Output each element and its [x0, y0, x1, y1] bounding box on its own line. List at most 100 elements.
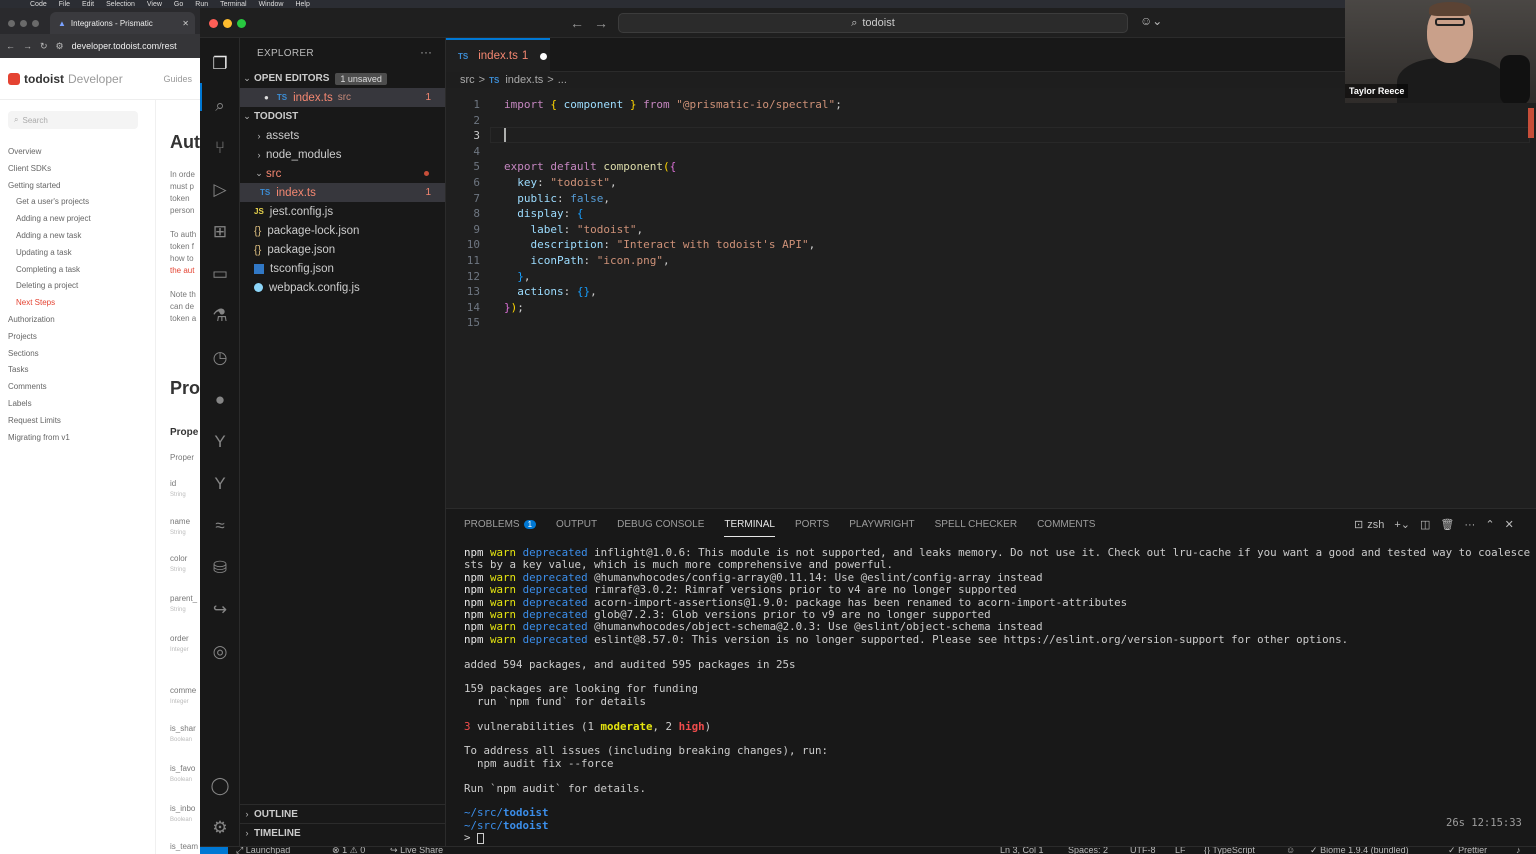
prismatic-icon[interactable]: Y [208, 430, 232, 454]
timeline-header[interactable]: › TIMELINE [240, 823, 445, 842]
open-editors-header[interactable]: ⌄ OPEN EDITORS 1 unsaved [240, 69, 445, 88]
split-terminal-icon[interactable]: ◫ [1420, 518, 1430, 531]
prismatic-alt-icon[interactable]: Y [208, 472, 232, 496]
tab-terminal[interactable]: TERMINAL [724, 519, 775, 537]
docs-nav-item[interactable]: Getting started [8, 178, 148, 195]
docs-link[interactable]: the aut [170, 266, 194, 275]
encoding-status[interactable]: UTF-8 [1130, 847, 1156, 854]
menubar-item[interactable]: Run [195, 1, 208, 8]
testing-icon[interactable]: ⚗ [208, 304, 232, 328]
file-item[interactable]: {} package.json [240, 240, 445, 259]
back-arrow-icon[interactable]: ← [570, 15, 584, 31]
window-close-button[interactable] [209, 19, 218, 28]
docs-nav-subitem[interactable]: Updating a task [8, 245, 148, 262]
docs-search-input[interactable]: ⌕ Search [8, 111, 138, 129]
docs-nav-item[interactable]: Client SDKs [8, 161, 148, 178]
close-editor-dot-icon[interactable]: ● [264, 93, 269, 102]
docs-nav-subitem[interactable]: Get a user's projects [8, 194, 148, 211]
live-share-status[interactable]: ↪ Live Share [390, 847, 443, 854]
file-item[interactable]: JS jest.config.js [240, 202, 445, 221]
tab-playwright[interactable]: PLAYWRIGHT [849, 519, 914, 537]
breadcrumb-item[interactable]: src [460, 74, 475, 86]
address-bar[interactable]: developer.todoist.com/rest [72, 41, 177, 51]
gitlens-icon[interactable]: ◎ [208, 640, 232, 664]
language-status[interactable]: {} TypeScript [1204, 847, 1255, 854]
source-control-icon[interactable]: ⑂ [208, 136, 232, 160]
tab-ports[interactable]: PORTS [795, 519, 829, 537]
close-tab-icon[interactable]: ✕ [182, 19, 189, 28]
eol-status[interactable]: LF [1175, 847, 1186, 854]
maximize-panel-icon[interactable]: ⌃ [1485, 518, 1494, 531]
close-panel-icon[interactable]: ✕ [1505, 518, 1514, 531]
menubar-item[interactable]: Terminal [220, 1, 246, 8]
explorer-icon[interactable]: ❐ [208, 52, 232, 76]
window-minimize-button[interactable] [223, 19, 232, 28]
github-icon[interactable]: ● [208, 388, 232, 412]
docker-icon[interactable]: ≈ [208, 514, 232, 538]
more-actions-icon[interactable]: ··· [420, 45, 432, 59]
project-header[interactable]: ⌄ TODOIST [240, 107, 445, 126]
remote-indicator[interactable] [200, 847, 228, 854]
file-item[interactable]: {} package-lock.json [240, 221, 445, 240]
biome-status[interactable]: ✓ Biome 1.9.4 (bundled) [1310, 847, 1409, 854]
tab-spell-checker[interactable]: SPELL CHECKER [935, 519, 1017, 537]
menubar-item[interactable]: Window [259, 1, 284, 8]
window-close-button[interactable] [8, 20, 15, 27]
file-item[interactable]: webpack.config.js [240, 278, 445, 297]
window-zoom-button[interactable] [237, 19, 246, 28]
notifications-bell-icon[interactable]: ♪ [1516, 847, 1521, 854]
menubar-item[interactable]: Code [30, 1, 47, 8]
unsaved-dot-icon[interactable] [540, 52, 548, 60]
breadcrumb-item[interactable]: ... [558, 74, 567, 86]
timeline-icon[interactable]: ◷ [208, 346, 232, 370]
reload-icon[interactable]: ↻ [40, 41, 48, 52]
docs-nav-item[interactable]: Sections [8, 346, 148, 363]
site-name[interactable]: todoist [24, 72, 64, 86]
editor-tab-index-ts[interactable]: TS index.ts 1 [446, 38, 550, 72]
docs-nav-item[interactable]: Projects [8, 329, 148, 346]
docs-nav-subitem[interactable]: Adding a new task [8, 228, 148, 245]
tab-problems[interactable]: PROBLEMS 1 [464, 519, 537, 537]
more-actions-icon[interactable]: ··· [1464, 519, 1475, 531]
menubar-item[interactable]: Selection [106, 1, 135, 8]
browser-tab[interactable]: ▲ Integrations - Prismatic ✕ [50, 12, 195, 34]
prettier-status[interactable]: ✓ Prettier [1448, 847, 1487, 854]
window-minimize-button[interactable] [20, 20, 27, 27]
guides-link[interactable]: Guides [163, 74, 192, 84]
back-icon[interactable]: ← [6, 41, 15, 51]
menubar-item[interactable]: Help [295, 1, 309, 8]
folder-item[interactable]: › node_modules [240, 145, 445, 164]
site-info-icon[interactable]: ⚙ [56, 41, 64, 52]
copilot-icon[interactable]: ☺⌄ [1140, 14, 1162, 28]
run-debug-icon[interactable]: ▷ [208, 178, 232, 202]
menubar-item[interactable]: File [59, 1, 70, 8]
file-item[interactable]: tsconfig.json [240, 259, 445, 278]
file-item-selected[interactable]: TS index.ts 1 [240, 183, 445, 202]
folder-item[interactable]: › assets [240, 126, 445, 145]
extensions-icon[interactable]: ⊞ [208, 220, 232, 244]
forward-icon[interactable]: → [23, 41, 32, 51]
docs-nav-subitem[interactable]: Completing a task [8, 262, 148, 279]
tab-debug-console[interactable]: DEBUG CONSOLE [617, 519, 704, 537]
docs-nav-item[interactable]: Request Limits [8, 413, 148, 430]
folder-item[interactable]: ⌄ src [240, 164, 445, 183]
code-editor[interactable]: 1 2 3 4 5 6 7 8 9 10 11 12 13 14 15 impo… [446, 88, 1536, 508]
database-icon[interactable]: ⛁ [208, 556, 232, 580]
docs-nav-subitem[interactable]: Deleting a project [8, 278, 148, 295]
breadcrumb-item[interactable]: index.ts [505, 74, 543, 86]
search-icon[interactable]: ⌕ [208, 94, 232, 118]
indentation-status[interactable]: Spaces: 2 [1068, 847, 1108, 854]
docs-nav-item[interactable]: Authorization [8, 312, 148, 329]
account-icon[interactable]: ◯ [208, 774, 232, 798]
docs-nav-item[interactable]: Tasks [8, 362, 148, 379]
docs-nav-subitem[interactable]: Adding a new project [8, 211, 148, 228]
launchpad-item[interactable]: ⤢ Launchpad [236, 847, 290, 854]
tab-output[interactable]: OUTPUT [556, 519, 597, 537]
gear-icon[interactable]: ⚙ [208, 816, 232, 840]
docs-nav-item[interactable]: Labels [8, 396, 148, 413]
docs-nav-item[interactable]: Comments [8, 379, 148, 396]
menubar-item[interactable]: Edit [82, 1, 94, 8]
live-share-icon[interactable]: ↪ [208, 598, 232, 622]
trash-icon[interactable]: 🗑 [1440, 518, 1454, 531]
new-terminal-icon[interactable]: +⌄ [1394, 518, 1410, 531]
